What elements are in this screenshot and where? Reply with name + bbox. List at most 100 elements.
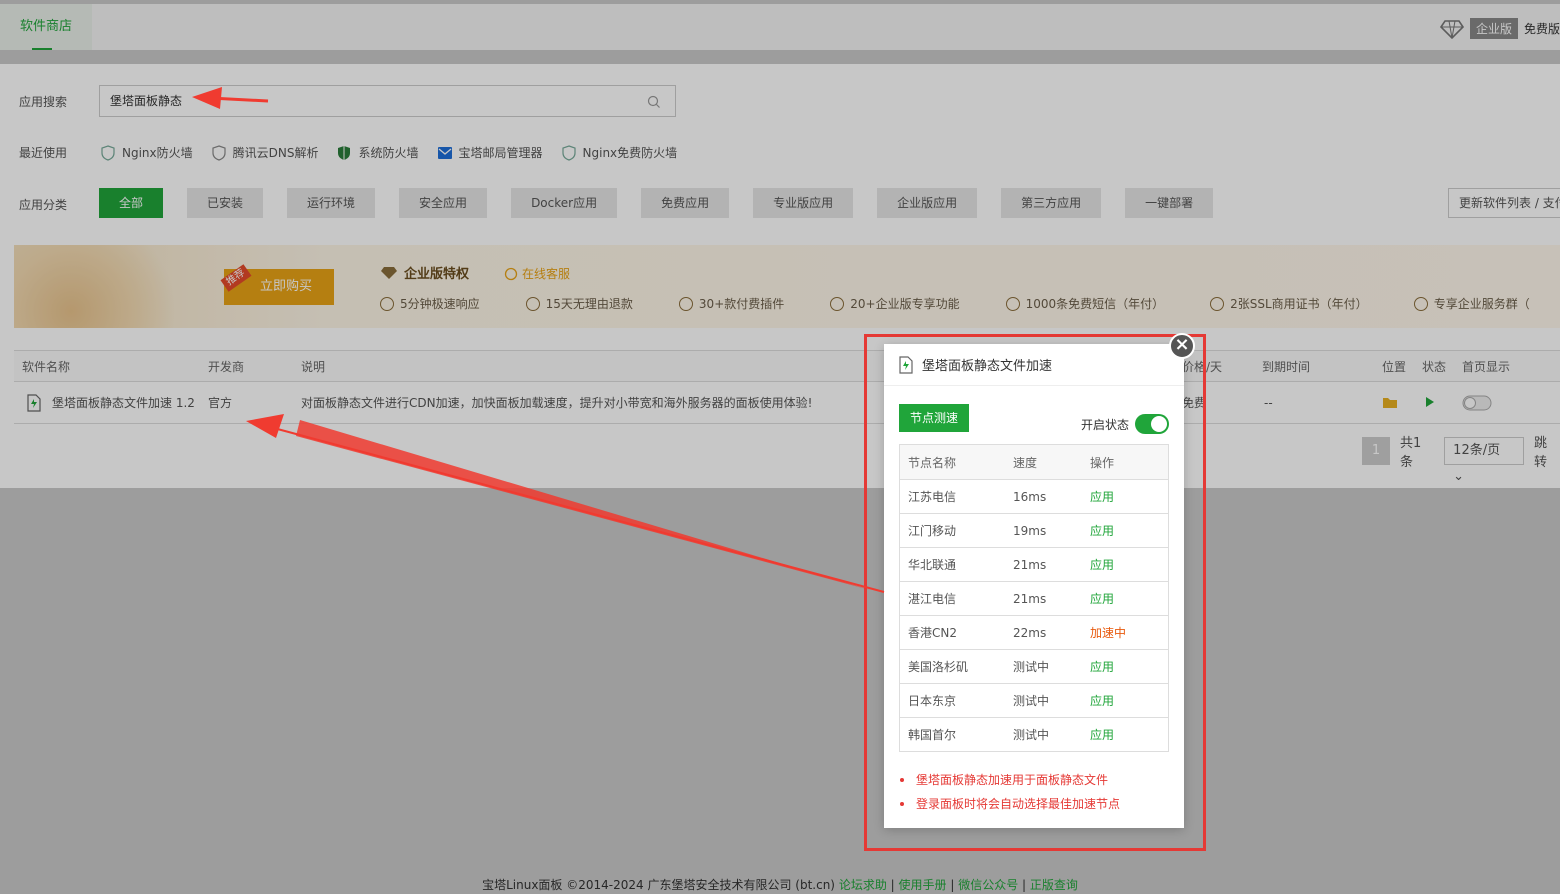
enterprise-indicator[interactable]: 企业版 免费版 (1439, 18, 1560, 39)
category-docker[interactable]: Docker应用 (511, 188, 618, 218)
update-software-list-button[interactable]: 更新软件列表 / 支付 (1448, 188, 1560, 218)
node-row: 华北联通 21ms 应用 (900, 547, 1168, 581)
chat-icon (504, 267, 518, 280)
recent-label: 最近使用 (19, 146, 68, 160)
node-name: 江苏电信 (908, 490, 957, 504)
recent-item-nginx-free-waf[interactable]: Nginx免费防火墙 (561, 144, 678, 161)
waf-shield-icon (561, 144, 576, 161)
recent-item-label: 宝塔邮局管理器 (458, 146, 543, 160)
recent-item-tencent-dns[interactable]: 腾讯云DNS解析 (211, 144, 319, 161)
node-apply-button[interactable]: 应用 (1090, 658, 1168, 675)
category-all[interactable]: 全部 (99, 188, 164, 218)
per-page-value: 12条/页 (1453, 443, 1501, 458)
per-page-select[interactable]: 12条/页 ⌄ (1444, 437, 1525, 484)
tab-software-store[interactable]: 软件商店 (0, 4, 92, 50)
category-label: 应用分类 (19, 198, 68, 212)
recent-item-nginx-waf[interactable]: Nginx防火墙 (100, 144, 193, 161)
node-row: 韩国首尔 测试中 应用 (900, 717, 1168, 751)
note-item: 登录面板时将会自动选择最佳加速节点 (900, 792, 1120, 816)
node-apply-button[interactable]: 应用 (1090, 488, 1168, 505)
perk-item: 5分钟极速响应 (380, 295, 480, 312)
category-security[interactable]: 安全应用 (399, 188, 488, 218)
node-apply-button[interactable]: 应用 (1090, 590, 1168, 607)
node-row: 湛江电信 21ms 应用 (900, 581, 1168, 615)
link-wechat[interactable]: 微信公众号 (958, 878, 1018, 892)
header-speed: 速度 (1013, 455, 1038, 470)
page-jump[interactable]: 跳转 (1534, 432, 1560, 470)
node-speed: 19ms (1013, 523, 1047, 538)
node-apply-button[interactable]: 应用 (1090, 556, 1168, 573)
node-speed: 测试中 (1013, 728, 1050, 742)
node-table: 节点名称 速度 操作 江苏电信 16ms 应用 江门移动 19ms 应用 华北联通 21ms 应… (899, 444, 1169, 752)
enable-toggle[interactable] (1135, 414, 1169, 434)
search-input[interactable]: 堡塔面板静态 (99, 85, 676, 117)
row-description: 对面板静态文件进行CDN加速，加快面板加载速度，提升对小带宽和海外服务器的面板使… (301, 396, 813, 410)
recent-item-label: Nginx免费防火墙 (582, 146, 678, 160)
node-apply-button[interactable]: 加速中 (1090, 624, 1168, 641)
homepage-toggle[interactable] (1462, 395, 1492, 415)
node-row: 江苏电信 16ms 应用 (900, 479, 1168, 513)
heart-icon (1413, 296, 1428, 311)
node-apply-button[interactable]: 应用 (1090, 522, 1168, 539)
waf-shield-icon (101, 144, 115, 161)
feature-icon (830, 296, 845, 311)
header-expire: 到期时间 (1262, 360, 1311, 374)
category-tabs: 全部 已安装 运行环境 安全应用 Docker应用 免费应用 专业版应用 企业版… (99, 188, 1214, 218)
page-current[interactable]: 1 (1362, 437, 1390, 465)
speedup-modal: 堡塔面板静态文件加速 节点测速 开启状态 节点名称 速度 操作 江苏电信 16ms… (884, 344, 1184, 828)
copyright: 宝塔Linux面板 ©2014-2024 广东堡塔安全技术有限公司 (bt.cn… (482, 878, 835, 892)
software-table: 软件名称 开发商 说明 价格/天 到期时间 位置 状态 首页显示 堡塔面板静态文… (14, 350, 1560, 424)
header-homepage: 首页显示 (1462, 360, 1511, 374)
free-label: 免费版 (1523, 22, 1560, 36)
table-header: 软件名称 开发商 说明 价格/天 到期时间 位置 状态 首页显示 (14, 350, 1560, 382)
node-speed-test-button[interactable]: 节点测速 (899, 404, 969, 432)
enable-status-label: 开启状态 (1080, 417, 1129, 432)
enable-status: 开启状态 (1081, 414, 1169, 434)
link-manual[interactable]: 使用手册 (899, 878, 947, 892)
folder-icon[interactable] (1382, 395, 1398, 413)
modal-title: 堡塔面板静态文件加速 (922, 359, 1053, 374)
perk-item: 20+企业版专享功能 (830, 295, 960, 312)
header-name: 软件名称 (22, 360, 71, 374)
buy-now-button[interactable]: 推荐 立即购买 (220, 264, 334, 305)
close-icon[interactable]: × (1169, 333, 1195, 359)
node-name: 华北联通 (908, 558, 957, 572)
row-name[interactable]: 堡塔面板静态文件加速 1.2 (52, 382, 195, 424)
dns-icon (212, 144, 226, 161)
node-row: 江门移动 19ms 应用 (900, 513, 1168, 547)
node-speed: 测试中 (1013, 694, 1050, 708)
perk-list: 5分钟极速响应 15天无理由退款 30+款付费插件 20+企业版专享功能 100… (380, 295, 1530, 312)
perk-item: 1000条免费短信（年付） (1005, 295, 1164, 312)
category-third-party[interactable]: 第三方应用 (1001, 188, 1102, 218)
node-apply-button[interactable]: 应用 (1090, 692, 1168, 709)
node-row: 日本东京 测试中 应用 (900, 683, 1168, 717)
recent-item-system-firewall[interactable]: 系统防火墙 (336, 144, 419, 161)
category-installed[interactable]: 已安装 (187, 188, 264, 218)
category-runtime[interactable]: 运行环境 (287, 188, 376, 218)
banner-decoration (14, 245, 204, 328)
category-one-click[interactable]: 一键部署 (1125, 188, 1214, 218)
pagination: 1 共1条 12条/页 ⌄ 跳转 (1362, 432, 1560, 484)
link-genuine-check[interactable]: 正版查询 (1030, 878, 1078, 892)
buy-now-label: 立即购买 (259, 279, 312, 294)
page-total: 共1条 (1399, 436, 1422, 470)
play-icon[interactable] (1424, 395, 1436, 413)
node-apply-button[interactable]: 应用 (1090, 726, 1168, 743)
category-free[interactable]: 免费应用 (641, 188, 730, 218)
category-pro[interactable]: 专业版应用 (753, 188, 854, 218)
header-description: 说明 (301, 360, 326, 374)
recent-item-label: 腾讯云DNS解析 (232, 146, 319, 160)
note-item: 堡塔面板静态加速用于面板静态文件 (900, 768, 1120, 792)
refund-icon (525, 296, 540, 311)
category-enterprise[interactable]: 企业版应用 (877, 188, 978, 218)
link-forum[interactable]: 论坛求助 (839, 878, 887, 892)
header-status: 状态 (1422, 360, 1447, 374)
node-table-header: 节点名称 速度 操作 (900, 445, 1168, 479)
node-name: 韩国首尔 (908, 728, 957, 742)
search-icon[interactable] (647, 95, 661, 109)
recent-item-mail-manager[interactable]: 宝塔邮局管理器 (437, 144, 543, 161)
online-service-link[interactable]: 在线客服 (504, 265, 570, 282)
node-row: 美国洛杉矶 测试中 应用 (900, 649, 1168, 683)
header-action: 操作 (1090, 455, 1115, 470)
node-row: 香港CN2 22ms 加速中 (900, 615, 1168, 649)
